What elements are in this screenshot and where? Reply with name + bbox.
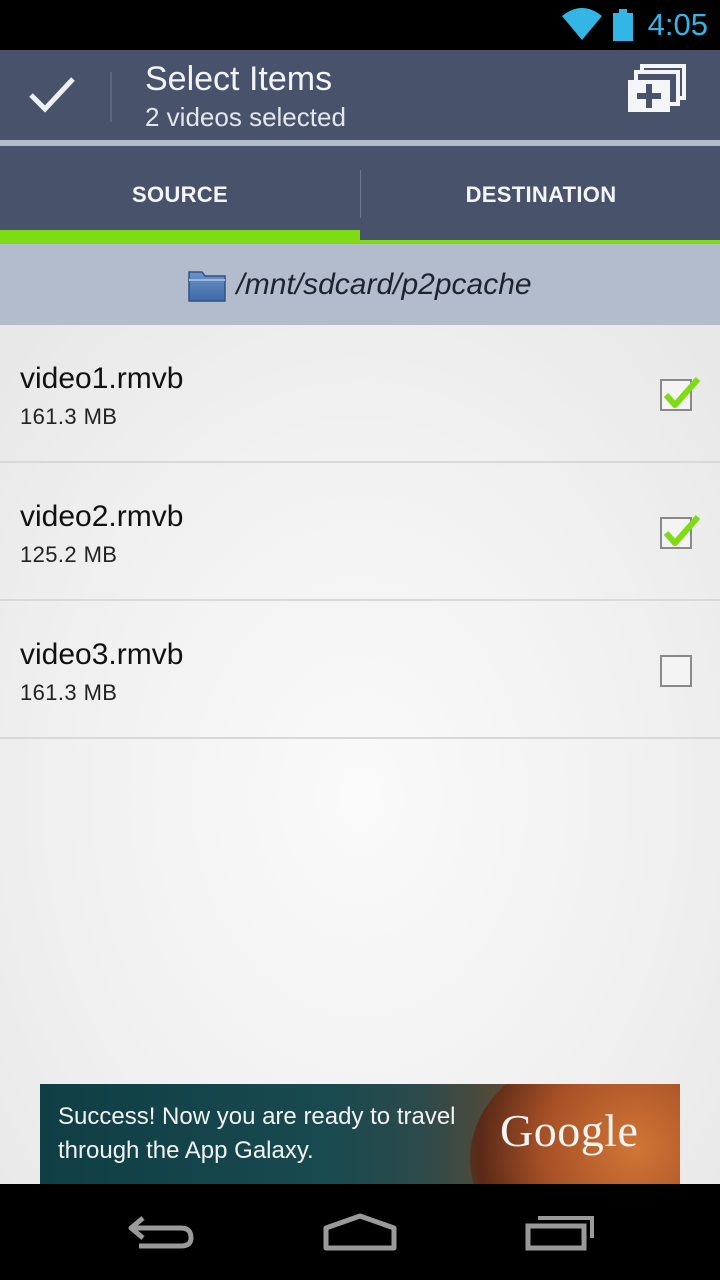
action-bar-divider <box>110 72 112 122</box>
action-bar: Select Items 2 videos selected <box>0 50 720 140</box>
file-name: video3.rmvb <box>20 638 184 671</box>
tab-selected-indicator <box>0 230 360 240</box>
status-bar: 4:05 <box>0 0 720 50</box>
checkmark-icon <box>663 515 701 546</box>
ad-message: Success! Now you are ready to travel thr… <box>58 1103 456 1164</box>
recents-button[interactable] <box>500 1202 620 1262</box>
recents-icon <box>525 1216 594 1251</box>
back-icon <box>128 1216 194 1249</box>
selection-count: 2 videos selected <box>145 102 346 132</box>
file-list: video1.rmvb 161.3 MB video2.rmvb 125.2 M… <box>0 325 720 1184</box>
navigation-bar <box>0 1184 720 1280</box>
list-item-video1[interactable]: video1.rmvb 161.3 MB <box>0 325 720 463</box>
list-item-video3[interactable]: video3.rmvb 161.3 MB <box>0 601 720 739</box>
checkmark-icon <box>663 377 701 408</box>
done-button[interactable] <box>0 50 104 140</box>
battery-icon <box>613 9 633 41</box>
file-name: video2.rmvb <box>20 500 184 533</box>
list-item-video2[interactable]: video2.rmvb 125.2 MB <box>0 463 720 601</box>
back-button[interactable] <box>100 1202 220 1262</box>
tab-bar: SOURCE DESTINATION <box>0 146 720 244</box>
file-size: 125.2 MB <box>20 542 118 567</box>
check-icon <box>29 77 75 113</box>
tab-destination[interactable]: DESTINATION <box>361 146 720 244</box>
google-logo: Google <box>500 1105 639 1156</box>
wifi-icon <box>562 8 602 40</box>
checkbox-checked[interactable] <box>660 515 701 549</box>
checkbox-checked[interactable] <box>660 377 701 411</box>
page-title: Select Items <box>145 60 333 98</box>
path-bar: /mnt/sdcard/p2pcache <box>0 244 720 325</box>
ad-banner[interactable]: Success! Now you are ready to travel thr… <box>40 1084 680 1184</box>
clock: 4:05 <box>647 7 708 42</box>
add-to-stack-icon[interactable] <box>612 64 698 126</box>
file-size: 161.3 MB <box>20 404 118 429</box>
checkbox-unchecked[interactable] <box>660 655 692 687</box>
file-name: video1.rmvb <box>20 362 184 395</box>
current-path: /mnt/sdcard/p2pcache <box>236 267 532 301</box>
folder-icon <box>188 270 227 302</box>
home-button[interactable] <box>300 1202 420 1262</box>
file-size: 161.3 MB <box>20 680 118 705</box>
home-icon <box>323 1213 397 1251</box>
